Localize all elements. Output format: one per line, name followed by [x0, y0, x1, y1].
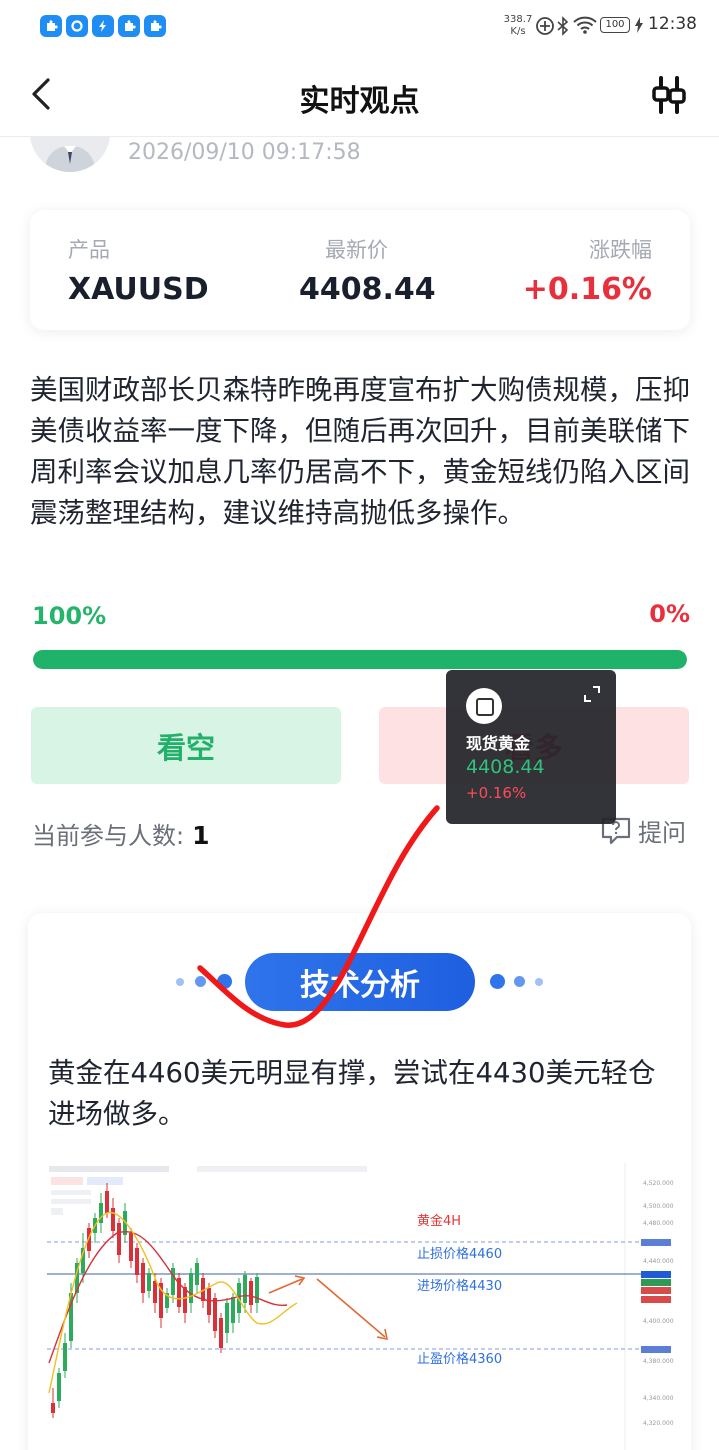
- decor-dot: [195, 976, 206, 987]
- bolt-app-icon: [92, 15, 114, 37]
- puzzle-app-icon: [144, 15, 166, 37]
- candle-body: [51, 1403, 55, 1413]
- candle-body: [213, 1298, 217, 1331]
- short-button[interactable]: 看空: [31, 707, 341, 784]
- charging-icon: [635, 17, 643, 33]
- candle-body: [57, 1373, 61, 1401]
- svg-text:4,380.000: 4,380.000: [643, 1358, 674, 1365]
- sentiment-bar: [33, 650, 687, 669]
- ticker-change: +0.16%: [466, 784, 527, 802]
- candle-body: [195, 1263, 199, 1285]
- entry-price-label: 进场价格4430: [417, 1279, 503, 1294]
- decor-dot: [490, 974, 505, 989]
- candle-body: [135, 1248, 139, 1275]
- chart-timeframe-label: 黄金4H: [417, 1214, 462, 1229]
- post-time: 2026/09/10 09:17:58: [128, 140, 361, 165]
- puzzle-app-icon: [118, 15, 140, 37]
- candle-body: [153, 1281, 157, 1303]
- clock: 12:38: [648, 14, 697, 34]
- page-title: 实时观点: [299, 84, 420, 119]
- candle-body: [147, 1273, 151, 1291]
- candle-body: [225, 1303, 229, 1333]
- long-percent: 0%: [649, 600, 690, 628]
- change-label: 涨跌幅: [589, 238, 652, 262]
- candle-body: [141, 1263, 145, 1293]
- candle-body: [243, 1275, 247, 1303]
- candle-body: [105, 1191, 109, 1213]
- svg-text:4,500.000: 4,500.000: [643, 1203, 674, 1210]
- decor-dot: [176, 978, 184, 986]
- speed-unit: K/s: [510, 26, 526, 37]
- product-card[interactable]: 产品 最新价 涨跌幅 XAUUSD 4408.44 +0.16%: [30, 210, 690, 330]
- participant-count: 当前参与人数: 1: [32, 816, 210, 851]
- circle-app-icon: [66, 15, 88, 37]
- svg-text:4,520.000: 4,520.000: [643, 1180, 674, 1187]
- sentiment-bar-fill: [33, 650, 687, 669]
- candle-body: [207, 1288, 211, 1315]
- candle-body: [63, 1343, 67, 1371]
- svg-text:4,400.000: 4,400.000: [643, 1318, 674, 1325]
- stop-loss-label: 止损价格4460: [417, 1247, 503, 1262]
- analysis-title: 技术分析: [245, 953, 475, 1011]
- battery-indicator: 100: [600, 17, 630, 33]
- candlestick-chart: 4,520.000 4,500.000 4,480.000 4,440.000 4,…: [47, 1163, 674, 1450]
- gold-logo-icon: [466, 688, 502, 724]
- candle-body: [219, 1318, 223, 1348]
- svg-text:4,480.000: 4,480.000: [643, 1220, 674, 1227]
- nav-header-overlay: 实时观点: [0, 52, 719, 137]
- svg-text:4,340.000: 4,340.000: [643, 1395, 674, 1402]
- status-bar: 338.7 K/s 100 12:38: [0, 0, 719, 52]
- candle-body: [171, 1268, 175, 1295]
- candle-body: [189, 1273, 193, 1303]
- price-change: +0.16%: [522, 272, 652, 307]
- decor-dot: [514, 976, 525, 987]
- floating-ticker-widget[interactable]: 现货黄金 4408.44 +0.16%: [446, 670, 616, 824]
- latest-price: 4408.44: [299, 272, 436, 307]
- svg-text:4,440.000: 4,440.000: [643, 1258, 674, 1265]
- add-circle-icon: [536, 17, 554, 35]
- short-percent: 100%: [32, 602, 107, 630]
- candle-body: [111, 1208, 115, 1231]
- svg-text:4,320.000: 4,320.000: [643, 1420, 674, 1427]
- filter-settings-icon[interactable]: [648, 74, 690, 116]
- expand-icon[interactable]: [582, 684, 602, 704]
- decor-dot: [535, 978, 543, 986]
- take-profit-label: 止盈价格4360: [417, 1352, 503, 1367]
- candle-body: [231, 1297, 235, 1323]
- participant-number: 1: [192, 821, 210, 850]
- product-symbol: XAUUSD: [68, 272, 209, 307]
- bluetooth-icon: [557, 16, 569, 36]
- candle-body: [129, 1233, 133, 1261]
- candle-body: [249, 1281, 253, 1305]
- wifi-icon: [573, 16, 597, 34]
- candle-body: [117, 1223, 121, 1255]
- decor-dot: [217, 974, 232, 989]
- ticker-price: 4408.44: [466, 756, 545, 778]
- network-speed: 338.7 K/s: [503, 14, 533, 38]
- ticker-name: 现货黄金: [466, 734, 531, 753]
- ask-label: 提问: [638, 819, 686, 847]
- puzzle-app-icon: [40, 15, 62, 37]
- price-label: 最新价: [325, 238, 388, 262]
- analysis-text: 黄金在4460美元明显有撑，尝试在4430美元轻仓进场做多。: [48, 1057, 656, 1130]
- participant-label: 当前参与人数:: [32, 822, 185, 850]
- product-label: 产品: [68, 238, 110, 262]
- speed-value: 338.7: [503, 14, 533, 25]
- viewpoint-text: 美国财政部长贝森特昨晚再度宣布扩大购债规模，压抑美债收益率一度下降，但随后再次回…: [30, 374, 690, 529]
- analysis-chart-image[interactable]: 4,520.000 4,500.000 4,480.000 4,440.000 4,…: [47, 1163, 674, 1450]
